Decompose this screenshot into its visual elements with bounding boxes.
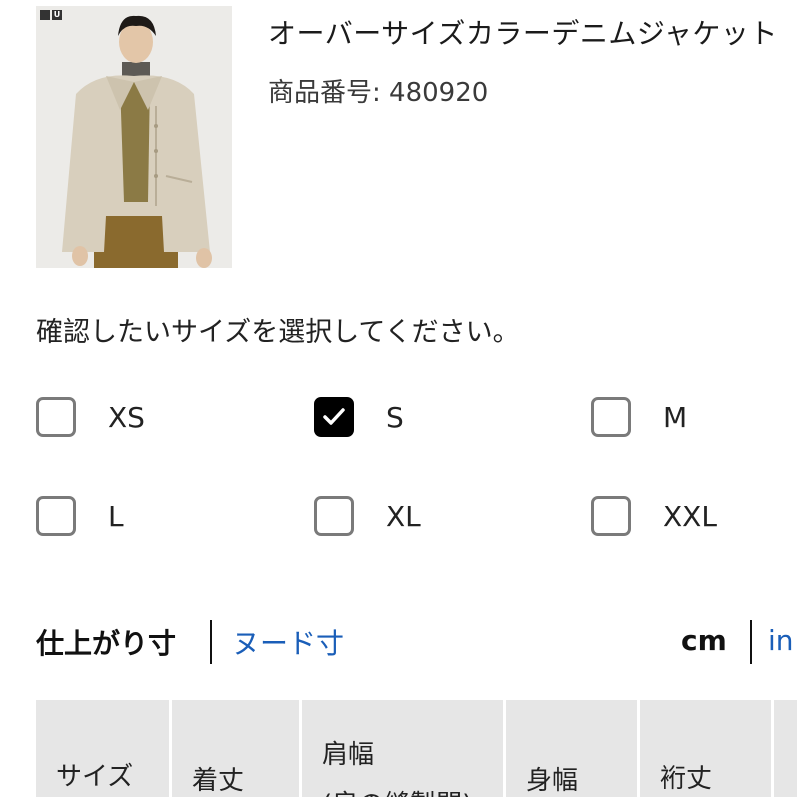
- checkbox[interactable]: [314, 397, 354, 437]
- size-option-xl[interactable]: XL: [314, 496, 421, 536]
- divider: [750, 620, 752, 664]
- size-option-l[interactable]: L: [36, 496, 124, 536]
- size-option-xs[interactable]: XS: [36, 397, 145, 437]
- checkbox[interactable]: [36, 397, 76, 437]
- table-header-shoulder: 肩幅 (肩の縫製間): [302, 700, 506, 797]
- unit-in-toggle[interactable]: in: [768, 624, 794, 657]
- table-header-length: 着丈: [172, 700, 302, 797]
- unit-cm-toggle[interactable]: cm: [681, 624, 727, 657]
- size-chart-table: サイズ 着丈 肩幅 (肩の縫製間) 身幅 裄丈: [36, 700, 797, 797]
- size-label: XS: [108, 400, 145, 434]
- size-label: L: [108, 499, 124, 533]
- tab-garment-measurements[interactable]: 仕上がり寸: [36, 622, 176, 662]
- checkbox[interactable]: [314, 496, 354, 536]
- size-label: M: [663, 400, 688, 434]
- size-label: S: [386, 400, 404, 434]
- checkbox[interactable]: [36, 496, 76, 536]
- size-option-s[interactable]: S: [314, 397, 404, 437]
- product-title: オーバーサイズカラーデニムジャケット: [268, 17, 778, 50]
- checkbox[interactable]: [591, 397, 631, 437]
- check-icon: [323, 408, 345, 425]
- size-label: XL: [386, 499, 421, 533]
- brand-logo: U: [40, 10, 62, 20]
- size-select-prompt: 確認したいサイズを選択してください。: [36, 317, 520, 348]
- product-image: U: [36, 6, 232, 268]
- table-header-overflow: [774, 700, 797, 797]
- measurement-toggle-bar: 仕上がり寸 ヌード寸 cm in: [36, 620, 797, 664]
- divider: [210, 620, 212, 664]
- checkbox[interactable]: [591, 496, 631, 536]
- table-header-sleeve: 裄丈: [640, 700, 774, 797]
- size-label: XXL: [663, 499, 717, 533]
- product-code: 商品番号: 480920: [268, 78, 489, 108]
- table-header-size: サイズ: [36, 700, 172, 797]
- size-option-m[interactable]: M: [591, 397, 687, 437]
- size-option-xxl[interactable]: XXL: [591, 496, 717, 536]
- table-header-body-width: 身幅: [506, 700, 640, 797]
- tab-body-measurements[interactable]: ヌード寸: [232, 622, 344, 662]
